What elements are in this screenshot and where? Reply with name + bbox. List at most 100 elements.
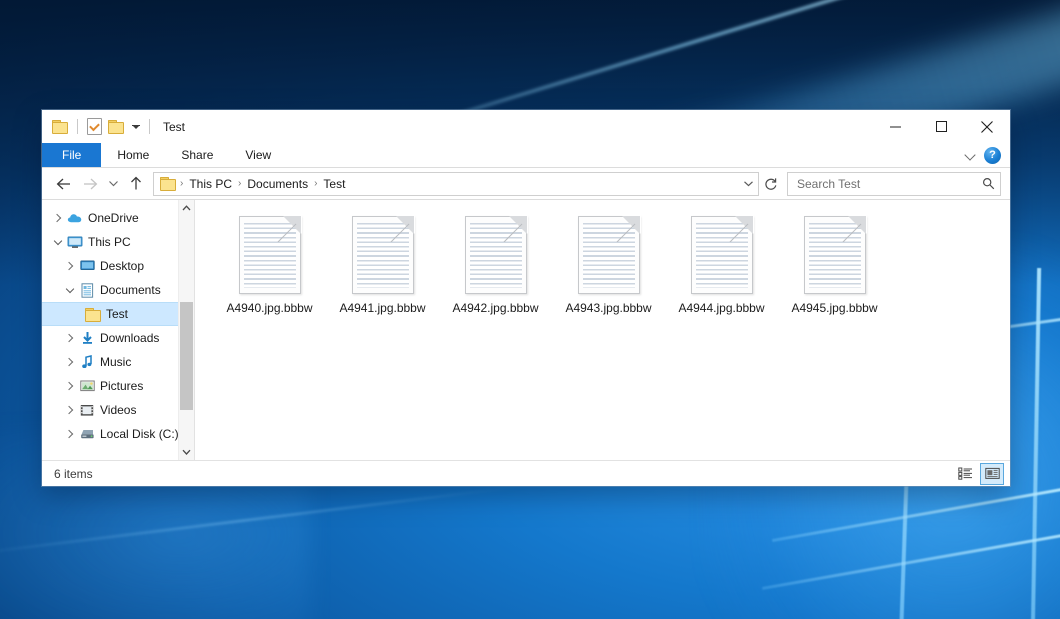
minimize-button[interactable] <box>872 110 918 143</box>
up-button[interactable] <box>123 171 149 197</box>
sidebar-item-label: Music <box>100 355 131 369</box>
breadcrumb-item-test[interactable]: Test <box>318 177 350 191</box>
help-icon[interactable]: ? <box>984 147 1001 164</box>
toolbar-divider <box>77 119 78 134</box>
onedrive-icon <box>66 212 84 224</box>
chevron-right-icon[interactable] <box>62 354 78 370</box>
file-item[interactable]: A4940.jpg.bbbw <box>213 214 326 340</box>
view-toggle-group <box>953 463 1004 485</box>
file-list-pane[interactable]: A4940.jpg.bbbw A4941.jpg.bbbw <box>195 200 1010 460</box>
details-view-button[interactable] <box>953 463 977 485</box>
breadcrumb-item-this-pc[interactable]: This PC <box>184 177 237 191</box>
chevron-right-icon[interactable] <box>62 426 78 442</box>
back-button[interactable] <box>51 171 77 197</box>
properties-icon[interactable] <box>87 118 102 135</box>
file-item[interactable]: A4942.jpg.bbbw <box>439 214 552 340</box>
sidebar-item-label: Pictures <box>100 379 143 393</box>
new-folder-icon[interactable] <box>108 120 124 133</box>
sidebar-item-this-pc[interactable]: This PC <box>42 230 194 254</box>
sidebar-item-test[interactable]: Test <box>42 302 194 326</box>
pictures-icon <box>78 380 96 392</box>
sidebar-item-label: Desktop <box>100 259 144 273</box>
file-item[interactable]: A4943.jpg.bbbw <box>552 214 665 340</box>
generic-document-icon <box>691 216 753 294</box>
scroll-up-icon[interactable] <box>179 200 194 216</box>
file-item[interactable]: A4941.jpg.bbbw <box>326 214 439 340</box>
file-name: A4943.jpg.bbbw <box>565 301 651 315</box>
item-count-label: 6 items <box>54 467 93 481</box>
sidebar-item-local-disk-c[interactable]: Local Disk (C:) <box>42 422 194 446</box>
search-input[interactable] <box>795 176 982 192</box>
file-name: A4940.jpg.bbbw <box>226 301 312 315</box>
window-title: Test <box>163 120 185 134</box>
sidebar-item-documents[interactable]: Documents <box>42 278 194 302</box>
chevron-right-icon[interactable] <box>50 210 66 226</box>
sidebar-item-pictures[interactable]: Pictures <box>42 374 194 398</box>
window-controls <box>872 110 1010 143</box>
tab-view[interactable]: View <box>229 143 287 167</box>
chevron-right-icon[interactable] <box>62 258 78 274</box>
this-pc-icon <box>66 236 84 249</box>
folder-tree: OneDrive This PC Deskt <box>42 200 194 446</box>
status-bar: 6 items <box>42 460 1010 486</box>
refresh-icon[interactable] <box>761 174 781 194</box>
search-box[interactable] <box>787 172 1001 196</box>
sidebar-item-label: Downloads <box>100 331 159 345</box>
file-name: A4945.jpg.bbbw <box>791 301 877 315</box>
large-icons-view-button[interactable] <box>980 463 1004 485</box>
chevron-right-icon[interactable] <box>62 378 78 394</box>
file-name: A4944.jpg.bbbw <box>678 301 764 315</box>
videos-icon <box>78 404 96 417</box>
sidebar-item-label: OneDrive <box>88 211 139 225</box>
file-item[interactable]: A4945.jpg.bbbw <box>778 214 891 340</box>
address-dropdown-icon[interactable] <box>738 174 758 194</box>
drive-icon <box>78 428 96 440</box>
tab-home[interactable]: Home <box>101 143 165 167</box>
chevron-right-icon[interactable] <box>62 402 78 418</box>
sidebar-item-music[interactable]: Music <box>42 350 194 374</box>
documents-icon <box>78 283 96 298</box>
recent-locations-button[interactable] <box>103 171 123 197</box>
forward-button[interactable] <box>77 171 103 197</box>
chevron-down-icon[interactable] <box>50 234 66 250</box>
title-bar: Test <box>42 110 1010 143</box>
sidebar-item-downloads[interactable]: Downloads <box>42 326 194 350</box>
toolbar-divider-2 <box>149 119 150 134</box>
address-right-controls <box>738 174 758 194</box>
tab-file[interactable]: File <box>42 143 101 167</box>
close-button[interactable] <box>964 110 1010 143</box>
generic-document-icon <box>239 216 301 294</box>
generic-document-icon <box>465 216 527 294</box>
downloads-icon <box>78 331 96 345</box>
generic-document-icon <box>352 216 414 294</box>
navigation-pane: OneDrive This PC Deskt <box>42 200 195 460</box>
breadcrumb-item-documents[interactable]: Documents <box>242 177 313 191</box>
address-bar: › This PC › Documents › Test <box>42 168 1010 199</box>
desktop-icon <box>78 260 96 272</box>
breadcrumb: › This PC › Documents › Test <box>179 177 350 191</box>
chevron-right-icon[interactable] <box>62 330 78 346</box>
generic-document-icon <box>578 216 640 294</box>
address-input[interactable]: › This PC › Documents › Test <box>153 172 759 196</box>
chevron-down-icon[interactable] <box>132 125 140 129</box>
sidebar-item-onedrive[interactable]: OneDrive <box>42 206 194 230</box>
ribbon-tab-bar: File Home Share View ? <box>42 143 1010 168</box>
folder-icon[interactable] <box>52 120 68 133</box>
search-icon <box>982 177 995 190</box>
file-explorer-window: Test File Home Share View ? <box>42 110 1010 486</box>
scrollbar-thumb[interactable] <box>180 302 193 410</box>
ribbon-right-controls: ? <box>964 143 1010 167</box>
maximize-button[interactable] <box>918 110 964 143</box>
scroll-down-icon[interactable] <box>179 444 194 460</box>
file-item[interactable]: A4944.jpg.bbbw <box>665 214 778 340</box>
expand-ribbon-icon[interactable] <box>964 149 976 161</box>
sidebar-item-videos[interactable]: Videos <box>42 398 194 422</box>
breadcrumb-folder-icon <box>160 177 176 190</box>
sidebar-item-label: This PC <box>88 235 131 249</box>
tab-share[interactable]: Share <box>165 143 229 167</box>
sidebar-scrollbar[interactable] <box>178 200 194 460</box>
sidebar-item-label: Local Disk (C:) <box>100 427 179 441</box>
chevron-down-icon[interactable] <box>62 282 78 298</box>
quick-access-toolbar <box>42 118 153 135</box>
sidebar-item-desktop[interactable]: Desktop <box>42 254 194 278</box>
